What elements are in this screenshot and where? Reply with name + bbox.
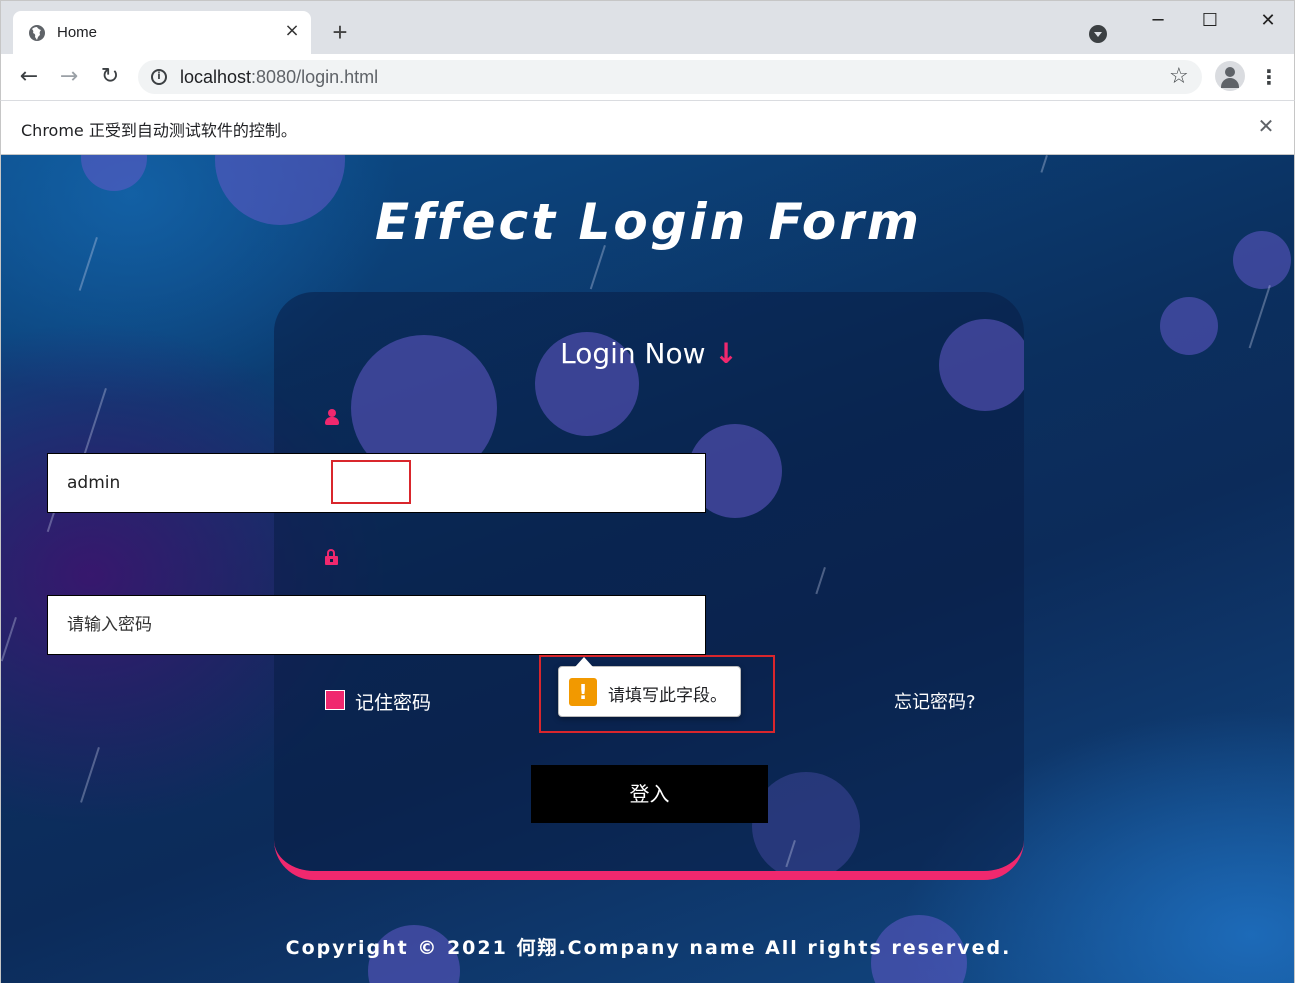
user-icon — [325, 409, 339, 425]
automation-infobar: Chrome 正受到自动测试软件的控制。 ✕ — [0, 100, 1295, 155]
address-bar[interactable]: i localhost:8080/login.html ☆ — [138, 60, 1202, 94]
close-window-button[interactable]: ✕ — [1253, 7, 1283, 35]
site-info-icon[interactable]: i — [151, 69, 167, 85]
decor-rain — [589, 245, 606, 290]
infobar-close-icon[interactable]: ✕ — [1255, 115, 1277, 137]
browser-menu-icon[interactable]: ⋮ — [1259, 64, 1279, 90]
decor-bubble — [752, 772, 860, 871]
decor-rain — [815, 567, 826, 595]
decor-rain — [80, 747, 100, 803]
back-button[interactable]: ← — [16, 64, 42, 90]
remember-label: 记住密码 — [355, 692, 432, 714]
browser-toolbar: ← → ↻ i localhost:8080/login.html ☆ ⋮ — [0, 54, 1295, 100]
decor-rain — [1040, 155, 1048, 173]
url-host: localhost — [180, 67, 252, 87]
tab-strip: Home × + ─ ☐ ✕ — [0, 0, 1295, 55]
footer-copyright: Copyright © 2021 何翔.Company name All rig… — [285, 937, 1012, 959]
tab-close-icon[interactable]: × — [283, 22, 301, 40]
reload-button[interactable]: ↻ — [97, 64, 123, 90]
card-heading: Login Now ↓ — [274, 337, 1024, 370]
annotation-box-username — [331, 460, 411, 504]
password-input[interactable]: 请输入密码 — [47, 595, 706, 655]
profile-avatar-icon[interactable] — [1215, 61, 1245, 91]
forgot-password-link[interactable]: 忘记密码? — [894, 688, 976, 714]
infobar-message: Chrome 正受到自动测试软件的控制。 — [21, 121, 297, 140]
remember-checkbox[interactable] — [325, 690, 345, 710]
forward-button[interactable]: → — [56, 64, 82, 90]
card-heading-text: Login Now — [560, 337, 706, 370]
page-title: Effect Login Form — [374, 193, 923, 251]
tab-title: Home — [57, 24, 98, 41]
minimize-button[interactable]: ─ — [1143, 7, 1173, 35]
annotation-box-tooltip — [539, 655, 775, 733]
page-viewport: Effect Login Form Login Now ↓ admin 请输入密… — [0, 155, 1295, 983]
maximize-button[interactable]: ☐ — [1195, 7, 1225, 35]
url-path: :8080/login.html — [251, 67, 379, 87]
tab-home[interactable]: Home × — [13, 11, 311, 55]
unlock-icon — [325, 549, 339, 565]
login-button[interactable]: 登入 — [531, 765, 768, 823]
decor-rain — [1, 617, 17, 662]
new-tab-button[interactable]: + — [327, 19, 353, 45]
url-text: localhost:8080/login.html — [180, 67, 378, 88]
decor-bubble — [81, 155, 147, 191]
decor-rain — [1248, 285, 1271, 349]
arrow-down-icon: ↓ — [714, 337, 738, 370]
decor-bubble — [1160, 297, 1218, 355]
bookmark-star-icon[interactable]: ☆ — [1169, 64, 1189, 89]
globe-icon — [29, 25, 45, 41]
tab-search-icon[interactable] — [1089, 25, 1107, 43]
